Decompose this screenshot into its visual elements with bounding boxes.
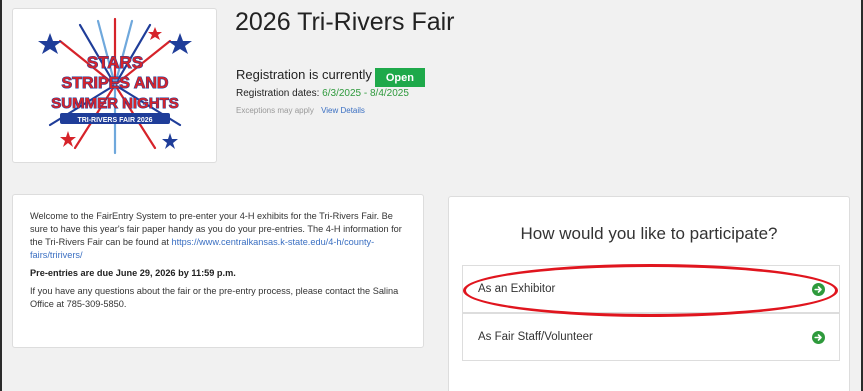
registration-dates: Registration dates: 6/3/2025 - 8/4/2025 (236, 88, 409, 99)
logo-line-1: STARS (86, 53, 142, 72)
fair-logo: STARS STRIPES AND SUMMER NIGHTS TRI-RIVE… (12, 8, 217, 163)
registration-dates-label: Registration dates: (236, 88, 320, 99)
logo-ribbon: TRI-RIVERS FAIR 2026 (77, 117, 152, 124)
exhibitor-option-label: As an Exhibitor (478, 283, 556, 295)
participate-panel: How would you like to participate? As an… (448, 196, 850, 391)
staff-volunteer-option[interactable]: As Fair Staff/Volunteer (462, 313, 840, 361)
registration-status-label: Registration is currently (236, 67, 372, 82)
status-badge: Open (374, 68, 425, 87)
view-details-link[interactable]: View Details (321, 106, 365, 115)
exceptions-note: Exceptions may apply View Details (236, 106, 365, 115)
staff-volunteer-option-label: As Fair Staff/Volunteer (478, 331, 593, 343)
logo-line-3: SUMMER NIGHTS (51, 95, 179, 112)
info-intro: Welcome to the FairEntry System to pre-e… (30, 210, 413, 262)
registration-dates-value: 6/3/2025 - 8/4/2025 (322, 88, 409, 99)
registration-status: Registration is currently Open (236, 65, 425, 87)
arrow-circle-right-icon (812, 330, 825, 344)
event-title: 2026 Tri-Rivers Fair (235, 8, 455, 36)
logo-image: STARS STRIPES AND SUMMER NIGHTS TRI-RIVE… (37, 17, 192, 155)
contact-text: If you have any questions about the fair… (30, 286, 399, 309)
exceptions-text: Exceptions may apply (236, 106, 314, 115)
arrow-circle-right-icon (812, 282, 825, 296)
deadline-text: Pre-entries are due June 29, 2026 by 11:… (30, 268, 236, 278)
info-panel: Welcome to the FairEntry System to pre-e… (12, 194, 424, 348)
exhibitor-option[interactable]: As an Exhibitor (462, 265, 840, 313)
logo-line-2: STRIPES AND (61, 75, 168, 92)
participate-heading: How would you like to participate? (520, 224, 778, 243)
